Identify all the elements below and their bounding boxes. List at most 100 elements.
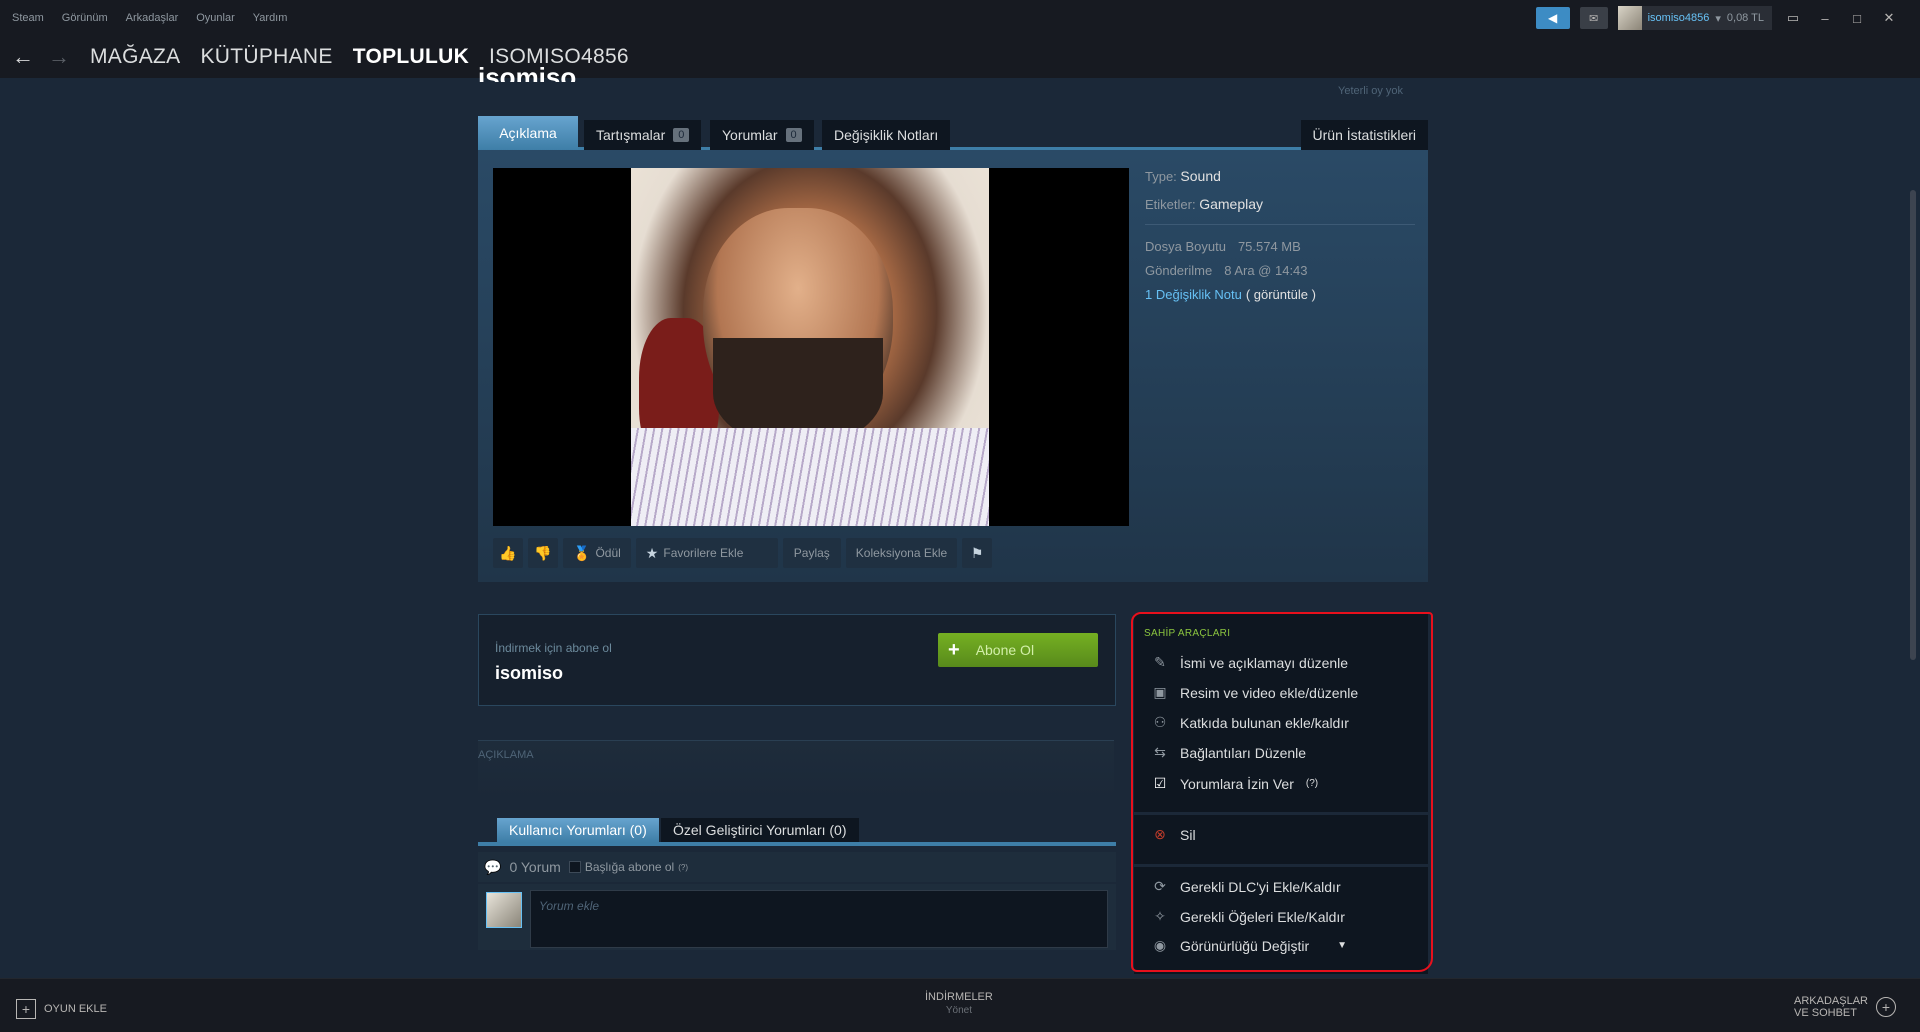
big-picture-icon[interactable]: ▭: [1782, 10, 1804, 26]
notifications-button[interactable]: ✉: [1579, 7, 1608, 29]
action-bar: 👍 👎 🏅 Ödül ★ Favorilere Ekle Paylaş Koleks…: [493, 538, 993, 568]
favorite-label: Favorilere Ekle: [663, 546, 744, 560]
forward-arrow-icon[interactable]: →: [48, 44, 72, 70]
comment-tabs: Kullanıcı Yorumları (0) Özel Geliştirici…: [478, 818, 1116, 846]
item-panel: Type: Sound Etiketler: Gameplay Dosya Bo…: [478, 150, 1428, 582]
nav-library[interactable]: KÜTÜPHANE: [200, 45, 332, 69]
friends-chat-button[interactable]: ARKADAŞLAR VE SOHBET +: [1794, 995, 1896, 1019]
type-label: Type:: [1145, 169, 1177, 184]
size-value: 75.574 MB: [1237, 239, 1301, 254]
change-note-link[interactable]: 1 Değişiklik Notu: [1145, 287, 1242, 302]
tab-description[interactable]: Açıklama: [478, 116, 578, 150]
tab-comments-label: Yorumlar: [722, 127, 778, 143]
tab-discussions[interactable]: Tartışmalar 0: [584, 120, 702, 150]
megaphone-icon: ◀: [1547, 11, 1558, 25]
item-name: isomiso: [495, 663, 564, 683]
tags-value[interactable]: Gameplay: [1199, 196, 1263, 212]
subscribe-thread-checkbox[interactable]: [568, 861, 581, 873]
favorite-button[interactable]: ★ Favorilere Ekle: [635, 538, 778, 568]
tab-user-comments-label: Kullanıcı Yorumları (0): [509, 822, 647, 838]
wallet-balance: 0,08 TL: [1726, 12, 1764, 24]
nav-store[interactable]: MAĞAZA: [90, 45, 180, 69]
minimize-icon[interactable]: –: [1814, 11, 1836, 26]
preview-media[interactable]: [493, 168, 1129, 526]
add-to-collection-button[interactable]: Koleksiyona Ekle: [845, 538, 958, 568]
tab-user-comments[interactable]: Kullanıcı Yorumları (0): [497, 818, 659, 842]
rating-note: Yeterli oy yok: [1338, 85, 1404, 97]
star-icon: ★: [645, 544, 659, 561]
vote-up-button[interactable]: 👍: [493, 538, 523, 568]
tab-comments[interactable]: Yorumlar 0: [710, 120, 814, 150]
add-friend-icon: +: [1876, 997, 1896, 1017]
vote-down-button[interactable]: 👎: [528, 538, 558, 568]
add-game-button[interactable]: + OYUN EKLE: [16, 999, 107, 1019]
title-bar: Steam Görünüm Arkadaşlar Oyunlar Yardım …: [0, 0, 1920, 36]
avatar: [1617, 6, 1642, 30]
subscribe-thread-label: Başlığa abone ol: [584, 860, 675, 874]
description-section: AÇIKLAMA: [478, 740, 1114, 800]
menu-games[interactable]: Oyunlar: [196, 12, 235, 24]
tab-changelog[interactable]: Değişiklik Notları: [822, 120, 951, 150]
red-annotation-outline: [1131, 612, 1433, 972]
announcement-button[interactable]: ◀: [1535, 7, 1570, 29]
scrollbar[interactable]: [1910, 190, 1916, 660]
inbox-icon: ✉: [1588, 12, 1599, 25]
close-icon[interactable]: ✕: [1878, 10, 1900, 26]
discussions-count-badge: 0: [673, 128, 690, 142]
tab-stats-label: Ürün İstatistikleri: [1312, 127, 1416, 143]
menu-help[interactable]: Yardım: [253, 12, 288, 24]
award-icon: 🏅: [573, 544, 591, 561]
thumbs-up-icon: 👍: [499, 544, 517, 561]
share-label: Paylaş: [793, 546, 830, 560]
menu-bar: Steam Görünüm Arkadaşlar Oyunlar Yardım: [12, 12, 287, 24]
posted-label: Gönderilme: [1145, 263, 1213, 278]
back-arrow-icon[interactable]: ←: [12, 44, 36, 70]
thumbs-down-icon: 👎: [534, 544, 552, 561]
menu-friends[interactable]: Arkadaşlar: [126, 12, 179, 24]
account-menu[interactable]: isomiso4856 ▾ 0,08 TL: [1617, 6, 1772, 30]
menu-view[interactable]: Görünüm: [62, 12, 108, 24]
subscribe-button[interactable]: + Abone Ol: [938, 633, 1098, 667]
downloads-button[interactable]: İNDİRMELER Yönet: [925, 991, 993, 1016]
subscribe-label: Abone Ol: [975, 642, 1035, 658]
comments-count-badge: 0: [785, 128, 802, 142]
type-value: Sound: [1180, 168, 1221, 184]
window-controls: ◀ ✉ isomiso4856 ▾ 0,08 TL ▭ – □ ✕: [1535, 0, 1920, 36]
chat-label: VE SOHBET: [1794, 1007, 1857, 1019]
maximize-icon[interactable]: □: [1846, 11, 1868, 26]
item-tabs: Açıklama Tartışmalar 0 Yorumlar 0 Değişi…: [478, 116, 1428, 150]
comment-input[interactable]: Yorum ekle: [530, 890, 1108, 948]
description-label: AÇIKLAMA: [478, 749, 534, 761]
preview-image: [631, 168, 989, 526]
subscribe-hint: İndirmek için abone ol: [495, 641, 612, 655]
plus-icon: +: [948, 638, 960, 661]
award-button[interactable]: 🏅 Ödül: [563, 538, 631, 568]
avatar: [486, 892, 522, 928]
menu-steam[interactable]: Steam: [12, 12, 44, 24]
award-label: Ödül: [595, 546, 621, 560]
tab-description-label: Açıklama: [499, 125, 557, 141]
posted-value: 8 Ara @ 14:43: [1224, 263, 1308, 278]
nav-bar: ← → MAĞAZA KÜTÜPHANE TOPLULUK ISOMISO485…: [0, 36, 1920, 78]
nav-community[interactable]: TOPLULUK: [353, 45, 469, 69]
friends-label: ARKADAŞLAR: [1794, 995, 1868, 1007]
comment-count: 0 Yorum: [509, 859, 561, 875]
add-game-label: OYUN EKLE: [44, 1003, 107, 1015]
share-button[interactable]: Paylaş: [782, 538, 841, 568]
subscribe-thread-help[interactable]: (?): [678, 863, 688, 872]
tags-label: Etiketler:: [1145, 197, 1196, 212]
downloads-label: İNDİRMELER: [925, 991, 993, 1003]
size-label: Dosya Boyutu: [1145, 239, 1226, 254]
subscribe-box: İndirmek için abone ol isomiso + Abone O…: [478, 614, 1116, 706]
tab-developer-comments[interactable]: Özel Geliştirici Yorumları (0): [661, 818, 859, 842]
change-note-view-link[interactable]: ( görüntüle ): [1246, 287, 1316, 302]
comment-entry: Yorum ekle: [478, 884, 1116, 950]
bottom-bar: + OYUN EKLE İNDİRMELER Yönet ARKADAŞLAR V…: [0, 978, 1920, 1032]
image-shirt: [631, 428, 989, 526]
tab-stats[interactable]: Ürün İstatistikleri: [1300, 120, 1428, 150]
tab-changelog-label: Değişiklik Notları: [834, 127, 939, 143]
details-divider: [1145, 224, 1415, 225]
report-button[interactable]: ⚑: [962, 538, 993, 568]
comment-bubble-icon: 💬: [484, 858, 502, 875]
username: isomiso4856: [1647, 12, 1710, 24]
